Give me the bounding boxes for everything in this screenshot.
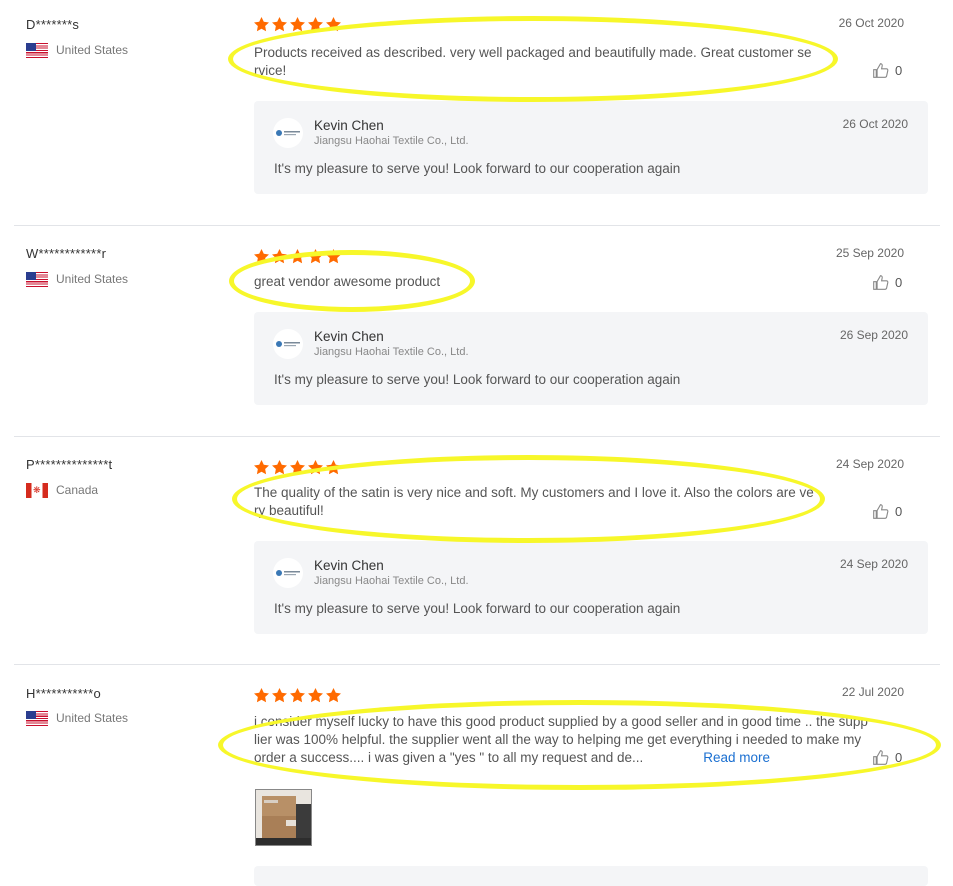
buyer-country: United States — [26, 710, 128, 726]
like-button[interactable]: 0 — [872, 62, 902, 79]
review-date: 26 Oct 2020 — [838, 16, 904, 30]
thumbs-up-icon — [873, 275, 889, 290]
like-button[interactable]: 0 — [872, 274, 902, 291]
star-icon — [308, 249, 323, 264]
reply-author-name: Kevin Chen — [314, 118, 384, 133]
seller-reply: Kevin Chen Jiangsu Haohai Textile Co., L… — [254, 541, 928, 634]
star-icon — [290, 249, 305, 264]
country-label: United States — [56, 272, 129, 286]
reply-text: It's my pleasure to serve you! Look forw… — [274, 161, 681, 176]
buyer-name: W************r — [26, 246, 107, 261]
star-icon — [290, 688, 305, 703]
review-photo-thumbnail[interactable] — [255, 789, 312, 846]
like-button[interactable]: 0 — [872, 749, 902, 766]
review-comment: i consider myself lucky to have this goo… — [254, 713, 870, 767]
reply-date: 26 Oct 2020 — [842, 117, 908, 131]
review-comment-text: i consider myself lucky to have this goo… — [254, 714, 868, 765]
review-item: W************r United States 25 Sep 2020… — [0, 226, 953, 437]
reply-company: Jiangsu Haohai Textile Co., Ltd. — [314, 346, 469, 358]
like-count: 0 — [895, 750, 903, 765]
buyer-country: United States — [26, 271, 128, 287]
country-label: Canada — [56, 483, 99, 497]
us-flag-icon — [26, 42, 48, 58]
review-item: H***********o United States 22 Jul 2020 … — [0, 665, 953, 886]
seller-reply — [254, 866, 928, 886]
star-icon — [290, 460, 305, 475]
like-count: 0 — [895, 63, 903, 78]
thumbs-up-icon — [873, 750, 889, 765]
supplier-logo-icon — [273, 329, 303, 359]
buyer-country: ❋ Canada — [26, 482, 98, 498]
country-label: United States — [56, 711, 129, 725]
reply-company: Jiangsu Haohai Textile Co., Ltd. — [314, 135, 469, 147]
star-rating — [253, 248, 342, 265]
star-icon — [254, 688, 269, 703]
star-icon — [308, 688, 323, 703]
star-icon — [326, 460, 341, 475]
supplier-logo-icon — [273, 118, 303, 148]
star-icon — [308, 17, 323, 32]
review-date: 24 Sep 2020 — [835, 457, 904, 471]
star-icon — [254, 17, 269, 32]
star-icon — [272, 688, 287, 703]
reply-text: It's my pleasure to serve you! Look forw… — [274, 372, 681, 387]
review-date: 22 Jul 2020 — [841, 685, 904, 699]
star-icon — [254, 249, 269, 264]
us-flag-icon — [26, 710, 48, 726]
reply-date: 26 Sep 2020 — [839, 328, 908, 342]
star-rating — [253, 459, 342, 476]
star-icon — [326, 688, 341, 703]
like-count: 0 — [895, 275, 903, 290]
reply-author-name: Kevin Chen — [314, 329, 384, 344]
supplier-logo-icon — [273, 558, 303, 588]
star-icon — [254, 460, 269, 475]
like-button[interactable]: 0 — [872, 503, 902, 520]
star-icon — [308, 460, 323, 475]
reply-date: 24 Sep 2020 — [839, 557, 908, 571]
country-label: United States — [56, 43, 129, 57]
review-date: 25 Sep 2020 — [835, 246, 904, 260]
like-count: 0 — [895, 504, 903, 519]
review-comment: great vendor awesome product — [254, 274, 441, 289]
star-icon — [272, 460, 287, 475]
reply-author-name: Kevin Chen — [314, 558, 384, 573]
reply-text: It's my pleasure to serve you! Look forw… — [274, 601, 681, 616]
star-icon — [326, 17, 341, 32]
reply-company: Jiangsu Haohai Textile Co., Ltd. — [314, 575, 469, 587]
star-icon — [272, 249, 287, 264]
buyer-name: P**************t — [26, 457, 113, 472]
star-rating — [253, 16, 342, 33]
star-icon — [272, 17, 287, 32]
review-comment: The quality of the satin is very nice an… — [254, 485, 814, 518]
seller-reply: Kevin Chen Jiangsu Haohai Textile Co., L… — [254, 101, 928, 194]
thumbs-up-icon — [873, 504, 889, 519]
star-icon — [326, 249, 341, 264]
review-comment: Products received as described. very wel… — [254, 45, 812, 78]
review-item: P**************t ❋ Canada 24 Sep 2020 Th… — [0, 437, 953, 665]
review-list: D*******s United States 26 Oct 2020 Prod… — [0, 0, 953, 886]
star-rating — [253, 687, 342, 704]
buyer-country: United States — [26, 42, 128, 58]
thumbs-up-icon — [873, 63, 889, 78]
read-more-link[interactable]: Read more — [703, 750, 770, 765]
review-item: D*******s United States 26 Oct 2020 Prod… — [0, 0, 953, 226]
buyer-name: D*******s — [26, 17, 80, 32]
buyer-name: H***********o — [26, 686, 101, 701]
us-flag-icon — [26, 271, 48, 287]
canada-flag-icon: ❋ — [26, 482, 48, 498]
star-icon — [290, 17, 305, 32]
seller-reply: Kevin Chen Jiangsu Haohai Textile Co., L… — [254, 312, 928, 405]
